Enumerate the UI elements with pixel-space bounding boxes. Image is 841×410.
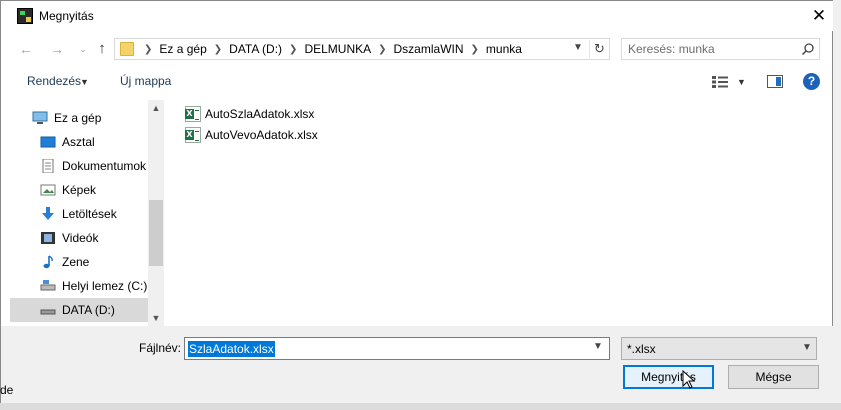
background-window xyxy=(833,0,841,410)
nav-item-local-disk-c[interactable]: Helyi lemez (C:) xyxy=(10,274,148,298)
arrow-up-icon: ↑ xyxy=(98,40,106,57)
nav-item-label: Helyi lemez (C:) xyxy=(62,279,148,293)
close-button[interactable]: ✕ xyxy=(804,1,834,31)
breadcrumb-item[interactable]: Ez a gép xyxy=(159,42,206,56)
mouse-cursor-icon xyxy=(682,370,696,389)
background-taskbar xyxy=(0,403,841,410)
excel-file-icon xyxy=(185,106,201,122)
chevron-down-icon[interactable]: ▼ xyxy=(593,341,603,352)
nav-item-label: Képek xyxy=(62,183,97,197)
nav-item-label: Zene xyxy=(62,255,90,269)
forward-button[interactable]: → xyxy=(46,40,68,58)
arrow-right-icon: → xyxy=(50,41,64,57)
drive-icon xyxy=(40,309,56,315)
file-type-select[interactable]: *.xlsx ▼ xyxy=(621,337,817,360)
dialog-title: Megnyitás xyxy=(39,9,94,23)
breadcrumb-item[interactable]: DATA (D:) xyxy=(229,42,282,56)
chevron-right-icon[interactable]: ❯ xyxy=(289,44,297,55)
filename-label: Fájlnév: xyxy=(139,341,182,355)
pictures-icon xyxy=(40,184,56,196)
drive-icon xyxy=(40,280,56,291)
search-box[interactable] xyxy=(621,38,820,60)
nav-item-data-d[interactable]: DATA (D:) xyxy=(10,298,148,322)
nav-item-pictures[interactable]: Képek xyxy=(10,178,148,202)
nav-item-label: Asztal xyxy=(62,135,95,149)
excel-file-icon xyxy=(185,127,201,143)
back-button[interactable]: ← xyxy=(15,40,37,58)
navigation-pane: Ez a gép Asztal Dokumentumok Képek Letöl… xyxy=(10,100,148,326)
nav-item-label: Ez a gép xyxy=(54,111,102,125)
new-folder-button[interactable]: Új mappa xyxy=(120,74,171,88)
open-file-dialog: Megnyitás ✕ ← → ⌄ ↑ ❯ Ez a gép ❯ DATA (D… xyxy=(0,0,833,403)
background-text: de xyxy=(0,383,14,397)
file-type-value: *.xlsx xyxy=(627,342,656,356)
preview-pane-icon[interactable] xyxy=(767,75,783,88)
nav-item-downloads[interactable]: Letöltések xyxy=(10,202,148,226)
chevron-down-icon[interactable]: ▼ xyxy=(737,77,746,87)
search-icon[interactable] xyxy=(801,42,815,56)
breadcrumb-item[interactable]: DszamlaWIN xyxy=(394,42,464,56)
close-icon: ✕ xyxy=(811,6,827,25)
scroll-up-icon[interactable]: ▲ xyxy=(148,100,164,116)
file-item[interactable]: AutoVevoAdatok.xlsx xyxy=(185,125,318,145)
downloads-icon xyxy=(42,207,54,220)
open-button[interactable]: Megnyitás xyxy=(623,365,714,389)
filename-combobox[interactable]: SzlaAdatok.xlsx ▼ xyxy=(184,337,610,360)
search-input[interactable] xyxy=(628,41,788,57)
nav-item-label: Letöltések xyxy=(62,207,117,221)
file-name: AutoVevoAdatok.xlsx xyxy=(205,128,318,142)
view-options-icon[interactable] xyxy=(712,75,728,89)
breadcrumb: ❯ Ez a gép ❯ DATA (D:) ❯ DELMUNKA ❯ Dsza… xyxy=(137,42,522,56)
app-icon xyxy=(17,8,33,24)
file-item[interactable]: AutoSzlaAdatok.xlsx xyxy=(185,104,314,124)
nav-item-desktop[interactable]: Asztal xyxy=(10,130,148,154)
music-icon xyxy=(43,255,53,269)
nav-item-this-pc[interactable]: Ez a gép xyxy=(10,106,148,130)
breadcrumb-item[interactable]: munka xyxy=(486,42,522,56)
file-name: AutoSzlaAdatok.xlsx xyxy=(205,107,315,121)
chevron-down-icon: ⌄ xyxy=(79,44,87,54)
nav-item-documents[interactable]: Dokumentumok xyxy=(10,154,148,178)
filename-input[interactable]: SzlaAdatok.xlsx xyxy=(188,341,275,357)
nav-item-music[interactable]: Zene xyxy=(10,250,148,274)
chevron-right-icon[interactable]: ❯ xyxy=(471,44,479,55)
help-icon[interactable]: ? xyxy=(803,73,820,90)
documents-icon xyxy=(42,159,54,173)
chevron-down-icon[interactable]: ▼ xyxy=(802,342,812,353)
organize-button[interactable]: Rendezés xyxy=(27,74,81,88)
desktop-icon xyxy=(40,136,56,148)
cancel-button[interactable]: Mégse xyxy=(728,365,819,389)
folder-icon xyxy=(120,42,134,56)
address-bar[interactable]: ❯ Ez a gép ❯ DATA (D:) ❯ DELMUNKA ❯ Dsza… xyxy=(114,38,610,60)
computer-icon xyxy=(32,111,48,124)
refresh-icon[interactable]: ↻ xyxy=(589,40,609,58)
nav-item-videos[interactable]: Videók xyxy=(10,226,148,250)
chevron-down-icon[interactable]: ▼ xyxy=(80,77,89,87)
scroll-down-icon[interactable]: ▼ xyxy=(148,310,164,326)
breadcrumb-item[interactable]: DELMUNKA xyxy=(304,42,371,56)
chevron-right-icon[interactable]: ❯ xyxy=(214,44,222,55)
chevron-right-icon[interactable]: ❯ xyxy=(144,44,152,55)
address-dropdown-icon[interactable]: ▼ xyxy=(571,42,585,53)
nav-scrollbar[interactable]: ▲ ▼ xyxy=(148,100,164,326)
up-button[interactable]: ↑ xyxy=(91,40,113,58)
videos-icon xyxy=(41,232,55,244)
nav-item-label: Dokumentumok xyxy=(62,159,147,173)
arrow-left-icon: ← xyxy=(19,41,33,57)
title-bar: Megnyitás ✕ xyxy=(1,1,833,31)
scroll-thumb[interactable] xyxy=(149,200,163,266)
nav-item-label: Videók xyxy=(62,231,99,245)
chevron-right-icon[interactable]: ❯ xyxy=(378,44,386,55)
nav-item-label: DATA (D:) xyxy=(62,303,115,317)
